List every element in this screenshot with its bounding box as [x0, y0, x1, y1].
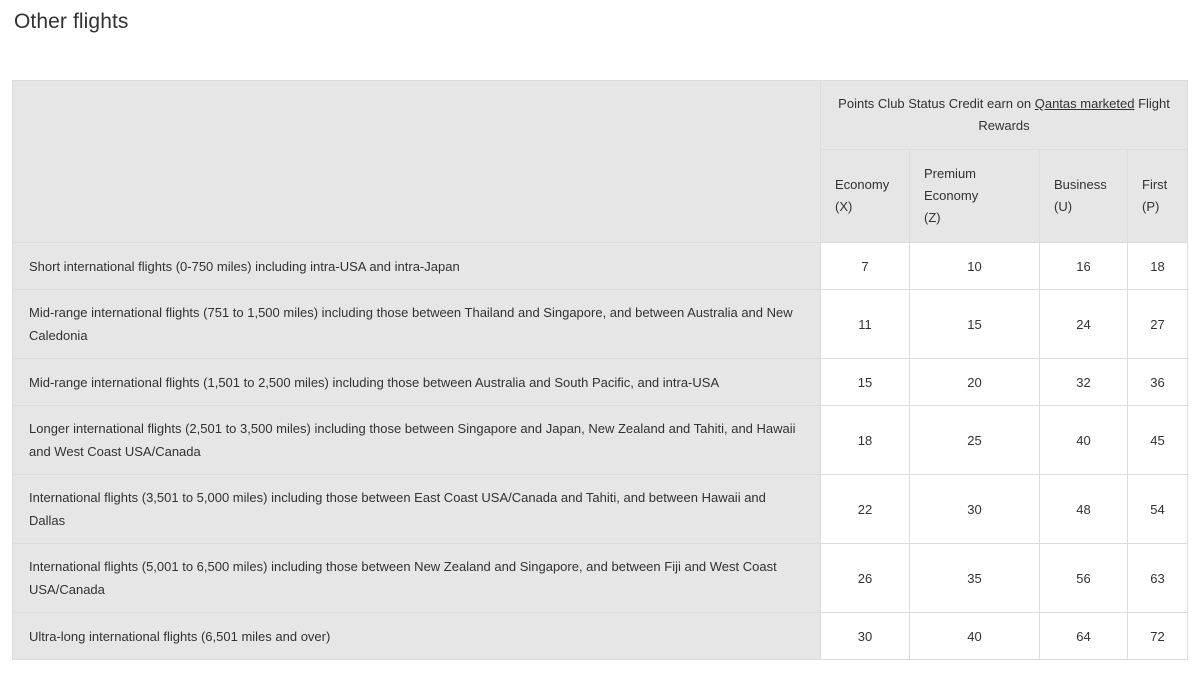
table-row: International flights (5,001 to 6,500 mi… [12, 543, 1189, 613]
business-credit: 32 [1039, 358, 1128, 406]
route-description: Ultra-long international flights (6,501 … [12, 612, 821, 660]
premium-economy-credit: 40 [909, 612, 1040, 660]
business-credit: 48 [1039, 474, 1128, 544]
column-header-economy: Economy (X) [820, 149, 910, 243]
table-row: Ultra-long international flights (6,501 … [12, 612, 1189, 660]
economy-credit: 7 [820, 242, 910, 290]
first-credit: 45 [1126, 405, 1189, 475]
business-credit: 16 [1039, 242, 1128, 290]
table-row: Short international flights (0-750 miles… [12, 242, 1189, 290]
economy-credit: 30 [820, 612, 910, 660]
first-credit: 63 [1126, 543, 1189, 613]
route-column-header [12, 80, 821, 243]
route-description: Longer international flights (2,501 to 3… [12, 405, 821, 475]
premium-economy-credit: 25 [909, 405, 1040, 475]
section-title: Other flights [14, 10, 129, 33]
first-credit: 54 [1126, 474, 1189, 544]
premium-economy-credit: 15 [909, 289, 1040, 359]
first-credit: 27 [1126, 289, 1189, 359]
route-description: International flights (5,001 to 6,500 mi… [12, 543, 821, 613]
business-credit: 40 [1039, 405, 1128, 475]
business-credit: 24 [1039, 289, 1128, 359]
route-description: Short international flights (0-750 miles… [12, 242, 821, 290]
economy-credit: 15 [820, 358, 910, 406]
premium-economy-credit: 10 [909, 242, 1040, 290]
column-header-business: Business (U) [1039, 149, 1128, 243]
table-row: Mid-range international flights (1,501 t… [12, 358, 1189, 406]
premium-economy-credit: 35 [909, 543, 1040, 613]
route-description: Mid-range international flights (1,501 t… [12, 358, 821, 406]
economy-credit: 22 [820, 474, 910, 544]
column-header-premium-economy: Premium Economy (Z) [909, 149, 1040, 243]
economy-credit: 18 [820, 405, 910, 475]
column-header-first: First (P) [1126, 149, 1189, 243]
route-description: International flights (3,501 to 5,000 mi… [12, 474, 821, 544]
first-credit: 36 [1126, 358, 1189, 406]
economy-credit: 26 [820, 543, 910, 613]
premium-economy-credit: 20 [909, 358, 1040, 406]
economy-credit: 11 [820, 289, 910, 359]
status-credit-table: Points Club Status Credit earn on Qantas… [12, 80, 1189, 660]
group-header-prefix: Points Club Status Credit earn on [838, 96, 1035, 111]
qantas-marketed-link[interactable]: Qantas marketed [1035, 96, 1135, 111]
table-row: International flights (3,501 to 5,000 mi… [12, 474, 1189, 544]
first-credit: 18 [1126, 242, 1189, 290]
first-credit: 72 [1126, 612, 1189, 660]
premium-economy-credit: 30 [909, 474, 1040, 544]
status-credit-group-header: Points Club Status Credit earn on Qantas… [819, 80, 1189, 150]
table-row: Longer international flights (2,501 to 3… [12, 405, 1189, 475]
table-row: Mid-range international flights (751 to … [12, 289, 1189, 359]
route-description: Mid-range international flights (751 to … [12, 289, 821, 359]
business-credit: 56 [1039, 543, 1128, 613]
business-credit: 64 [1039, 612, 1128, 660]
